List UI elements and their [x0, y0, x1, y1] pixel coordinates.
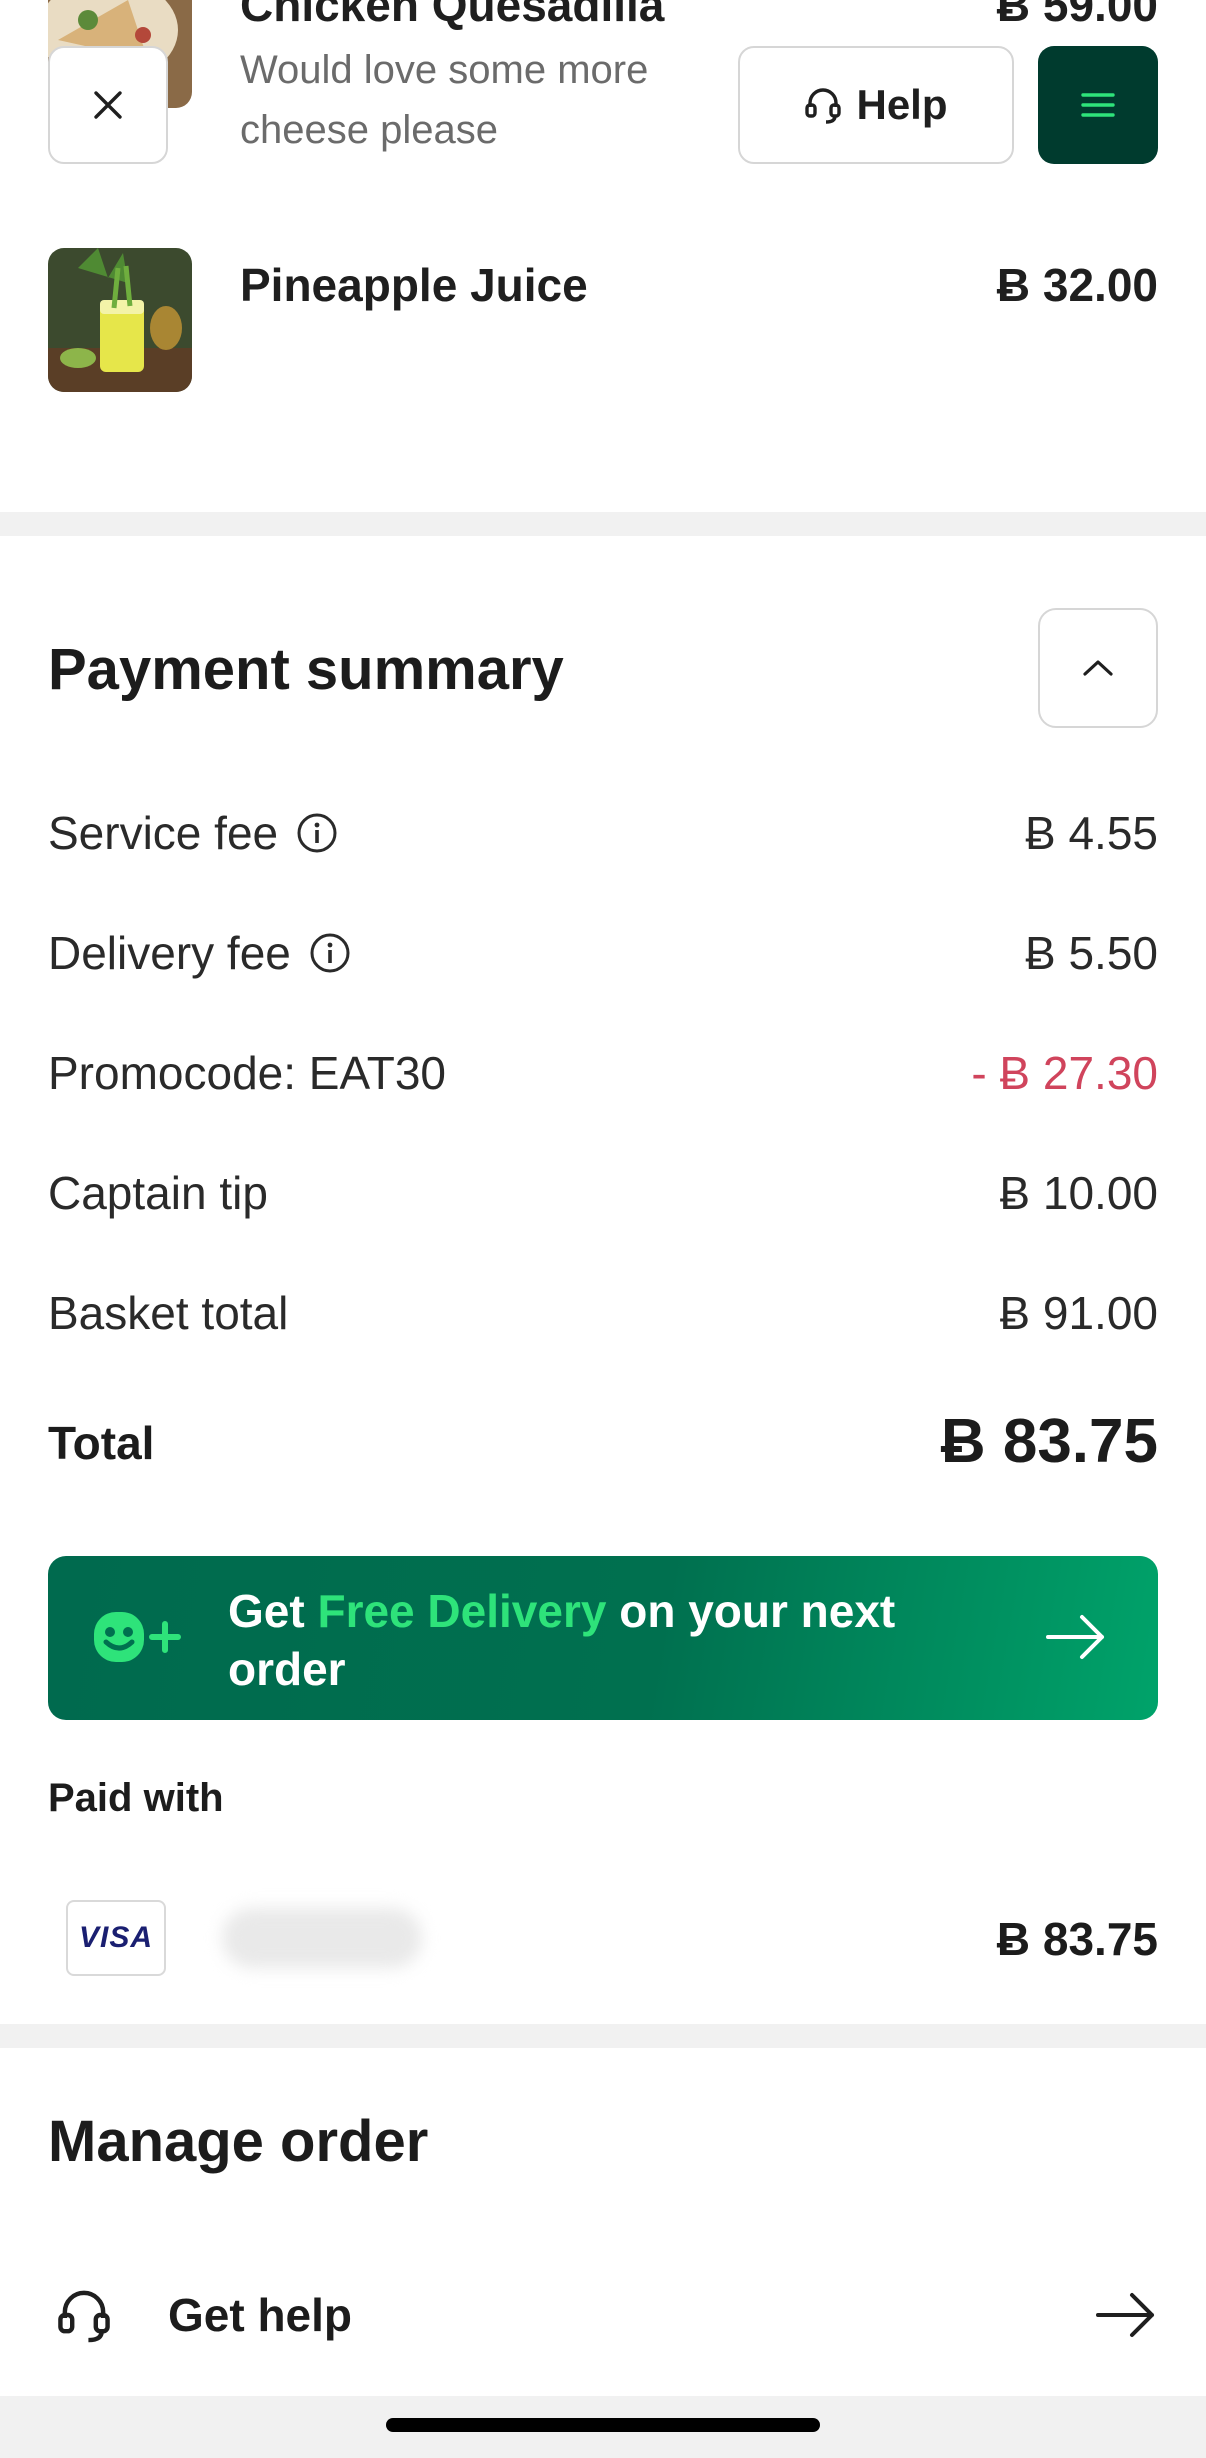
hamburger-menu-icon	[1081, 93, 1115, 117]
help-button-label: Help	[856, 81, 948, 128]
delivery-fee-label: Delivery fee	[48, 926, 351, 980]
row-label-text: Service fee	[48, 807, 279, 859]
item-thumbnail-pineapple-juice	[48, 248, 192, 392]
item-price: Ƀ 59.00	[996, 0, 1158, 31]
item-name: Chicken Quesadilla	[240, 0, 665, 31]
close-icon	[94, 91, 122, 119]
manage-order-title: Manage order	[48, 2109, 429, 2174]
captain-tip-label: Captain tip	[48, 1166, 268, 1220]
close-button[interactable]	[48, 46, 168, 164]
paid-amount: Ƀ 83.75	[996, 1913, 1158, 1965]
home-indicator[interactable]	[386, 2418, 820, 2432]
service-fee-value: Ƀ 4.55	[1025, 807, 1158, 859]
item-price: Ƀ 32.00	[996, 259, 1158, 311]
promo-text-prefix: Get	[228, 1585, 318, 1637]
headset-icon	[58, 2290, 110, 2343]
total-label: Total	[48, 1417, 155, 1469]
paid-with-title: Paid with	[48, 1776, 224, 1820]
row-label-text: Captain tip	[48, 1167, 268, 1219]
payment-summary-title: Payment summary	[48, 637, 564, 702]
promo-text-highlight: Free Delivery	[317, 1585, 607, 1637]
promo-text: Get Free Delivery on your next order	[228, 1582, 928, 1698]
row-label-text: Promocode: EAT30	[48, 1047, 447, 1099]
info-icon[interactable]	[296, 812, 338, 854]
get-help-label: Get help	[168, 2289, 353, 2341]
promocode-discount-value: - Ƀ 27.30	[971, 1047, 1158, 1099]
collapse-summary-button[interactable]	[1038, 608, 1158, 728]
section-divider	[0, 2024, 1206, 2048]
headset-icon	[805, 88, 842, 124]
arrow-right-icon	[1046, 1615, 1104, 1659]
menu-button[interactable]	[1038, 46, 1158, 164]
free-delivery-promo-banner[interactable]: Get Free Delivery on your next order	[48, 1556, 1158, 1720]
chevron-up-icon	[1083, 660, 1113, 676]
arrow-right-icon	[1096, 2293, 1154, 2337]
captain-tip-value: Ƀ 10.00	[999, 1167, 1158, 1219]
help-button[interactable]: Help	[738, 46, 1014, 164]
total-value: Ƀ 83.75	[940, 1407, 1158, 1476]
promocode-label: Promocode: EAT30	[48, 1046, 446, 1100]
service-fee-label: Service fee	[48, 806, 338, 860]
info-icon[interactable]	[309, 932, 351, 974]
section-divider	[0, 512, 1206, 536]
masked-card-number	[222, 1908, 422, 1968]
basket-total-label: Basket total	[48, 1286, 288, 1340]
smiley-plus-icon	[94, 1612, 181, 1662]
item-note: Would love some more cheese please	[240, 48, 649, 152]
row-label-text: Delivery fee	[48, 927, 291, 979]
delivery-fee-value: Ƀ 5.50	[1025, 927, 1158, 979]
visa-card-logo: VISA	[66, 1900, 166, 1976]
basket-total-value: Ƀ 91.00	[999, 1287, 1158, 1339]
row-label-text: Basket total	[48, 1287, 289, 1339]
get-help-row[interactable]: Get help	[48, 2272, 1158, 2358]
item-name: Pineapple Juice	[240, 259, 588, 311]
